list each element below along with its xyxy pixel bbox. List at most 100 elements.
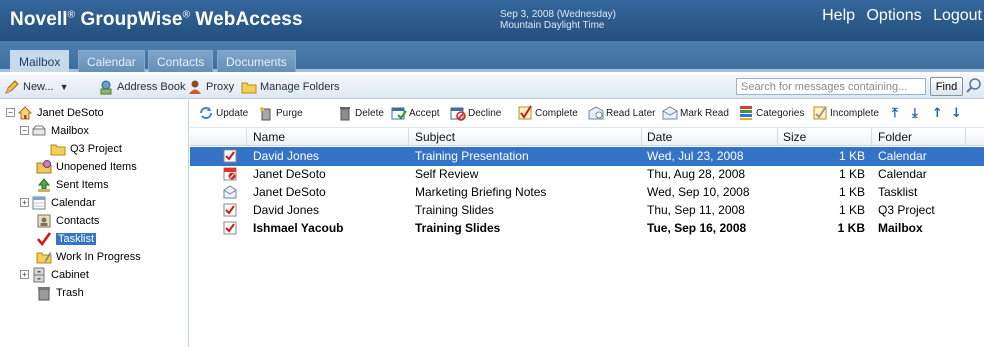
column-separator[interactable] xyxy=(408,128,409,146)
accept-button[interactable]: Accept xyxy=(391,105,440,121)
mark-read-button[interactable]: Mark Read xyxy=(662,105,729,121)
table-row[interactable]: Janet DeSoto Self Review Thu, Aug 28, 20… xyxy=(190,165,984,184)
tree-item-cabinet[interactable]: + Cabinet xyxy=(20,266,89,283)
new-label: New... xyxy=(23,81,54,93)
tree-item-tasklist[interactable]: Tasklist xyxy=(36,230,97,247)
tree-item-work-in-progress[interactable]: Work In Progress xyxy=(36,248,141,265)
column-header-date[interactable]: Date xyxy=(647,130,672,144)
cell-folder: Calendar xyxy=(878,167,927,181)
tree-item-unopened-items[interactable]: Unopened Items xyxy=(36,158,137,175)
folder-icon xyxy=(50,141,66,157)
checkmark-icon xyxy=(36,231,52,247)
logout-link[interactable]: Logout xyxy=(933,7,982,24)
incomplete-button[interactable]: Incomplete xyxy=(812,105,879,121)
delete-button[interactable]: Delete xyxy=(337,105,384,121)
cell-size: 1 KB xyxy=(838,203,865,217)
column-header-subject[interactable]: Subject xyxy=(415,130,455,144)
table-row[interactable]: Ishmael Yacoub Training Slides Tue, Sep … xyxy=(190,219,984,238)
move-to-bottom-icon[interactable]: ⤓ xyxy=(912,106,918,121)
categories-icon xyxy=(738,105,754,121)
cell-size: 1 KB xyxy=(838,185,865,199)
column-header-folder[interactable]: Folder xyxy=(878,130,912,144)
proxy-button[interactable]: Proxy xyxy=(187,79,234,95)
timezone-line: Mountain Daylight Time xyxy=(500,20,605,31)
mark-read-label: Mark Read xyxy=(680,107,729,119)
proxy-label: Proxy xyxy=(206,81,235,93)
search-input[interactable] xyxy=(736,78,926,95)
tree-label: Trash xyxy=(56,286,84,299)
tree-label: Calendar xyxy=(51,196,96,209)
move-down-icon[interactable]: ↓ xyxy=(951,106,962,121)
date-line: Sep 3, 2008 (Wednesday) xyxy=(500,9,617,20)
manage-folders-button[interactable]: Manage Folders xyxy=(241,79,340,95)
complete-icon xyxy=(517,105,533,121)
address-book-icon xyxy=(98,79,114,95)
delete-label: Delete xyxy=(355,107,384,119)
tree-item-sent-items[interactable]: Sent Items xyxy=(36,176,109,193)
cell-name: Janet DeSoto xyxy=(253,185,326,199)
tab-documents[interactable]: Documents xyxy=(217,50,296,72)
purge-button[interactable]: Purge xyxy=(258,105,303,121)
column-separator[interactable] xyxy=(871,128,872,146)
tree-item-calendar[interactable]: + Calendar xyxy=(20,194,96,211)
update-label: Update xyxy=(216,107,249,119)
options-link[interactable]: Options xyxy=(866,7,921,24)
expand-icon[interactable]: + xyxy=(20,198,29,207)
contacts-icon xyxy=(36,213,52,229)
tree-item-q3-project[interactable]: Q3 Project xyxy=(50,140,122,157)
incomplete-icon xyxy=(812,105,828,121)
read-later-icon xyxy=(588,105,604,121)
collapse-icon[interactable]: − xyxy=(20,126,29,135)
move-to-top-icon[interactable]: ⤒ xyxy=(892,106,898,121)
cell-date: Tue, Sep 16, 2008 xyxy=(647,221,747,235)
new-button[interactable]: New... ▼ xyxy=(4,79,69,95)
tree-label: Mailbox xyxy=(51,124,89,137)
tab-mailbox[interactable]: Mailbox xyxy=(10,50,70,72)
column-header-size[interactable]: Size xyxy=(783,130,806,144)
cell-date: Thu, Aug 28, 2008 xyxy=(647,167,746,181)
cell-folder: Mailbox xyxy=(878,221,923,235)
cabinet-icon xyxy=(31,267,47,283)
decline-label: Decline xyxy=(468,107,502,119)
chevron-down-icon[interactable]: ▼ xyxy=(60,82,69,92)
column-header-name[interactable]: Name xyxy=(253,130,285,144)
search-icon[interactable] xyxy=(965,77,983,98)
tab-contacts[interactable]: Contacts xyxy=(148,50,214,72)
decline-button[interactable]: Decline xyxy=(450,105,501,121)
read-later-button[interactable]: Read Later xyxy=(588,105,655,121)
address-book-button[interactable]: Address Book xyxy=(98,79,185,95)
refresh-icon xyxy=(198,105,214,121)
mark-read-icon xyxy=(662,105,678,121)
tree-label: Sent Items xyxy=(56,178,109,191)
top-nav: Help Options Logout xyxy=(815,7,982,25)
column-separator[interactable] xyxy=(777,128,778,146)
tree-item-trash[interactable]: Trash xyxy=(36,284,84,301)
complete-button[interactable]: Complete xyxy=(517,105,578,121)
tree-item-mailbox[interactable]: − Mailbox xyxy=(20,122,89,139)
table-row[interactable]: David Jones Training Slides Thu, Sep 11,… xyxy=(190,201,984,220)
column-separator[interactable] xyxy=(641,128,642,146)
expand-icon[interactable]: + xyxy=(20,270,29,279)
tab-calendar[interactable]: Calendar xyxy=(78,50,145,72)
update-button[interactable]: Update xyxy=(198,105,248,121)
categories-label: Categories xyxy=(756,107,805,119)
message-list-header: Name Subject Date Size Folder xyxy=(190,127,984,146)
complete-label: Complete xyxy=(535,107,578,119)
help-link[interactable]: Help xyxy=(822,7,855,24)
move-up-icon[interactable]: ↑ xyxy=(932,106,943,121)
task-check-icon xyxy=(223,149,237,163)
tree-label: Work In Progress xyxy=(56,250,141,263)
current-date: Sep 3, 2008 (Wednesday) Mountain Dayligh… xyxy=(500,9,616,31)
trash-icon xyxy=(36,285,52,301)
column-separator[interactable] xyxy=(246,128,247,146)
tree-root-user[interactable]: − Janet DeSoto xyxy=(6,104,104,121)
folder-tree: − Janet DeSoto − Mailbox Q3 Project Unop… xyxy=(0,100,189,347)
incomplete-label: Incomplete xyxy=(830,107,879,119)
table-row[interactable]: David Jones Training Presentation Wed, J… xyxy=(190,147,984,166)
collapse-icon[interactable]: − xyxy=(6,108,15,117)
column-separator[interactable] xyxy=(965,128,966,146)
find-button[interactable]: Find xyxy=(930,77,963,96)
categories-button[interactable]: Categories xyxy=(738,105,804,121)
tree-item-contacts[interactable]: Contacts xyxy=(36,212,99,229)
table-row[interactable]: Janet DeSoto Marketing Briefing Notes We… xyxy=(190,183,984,202)
